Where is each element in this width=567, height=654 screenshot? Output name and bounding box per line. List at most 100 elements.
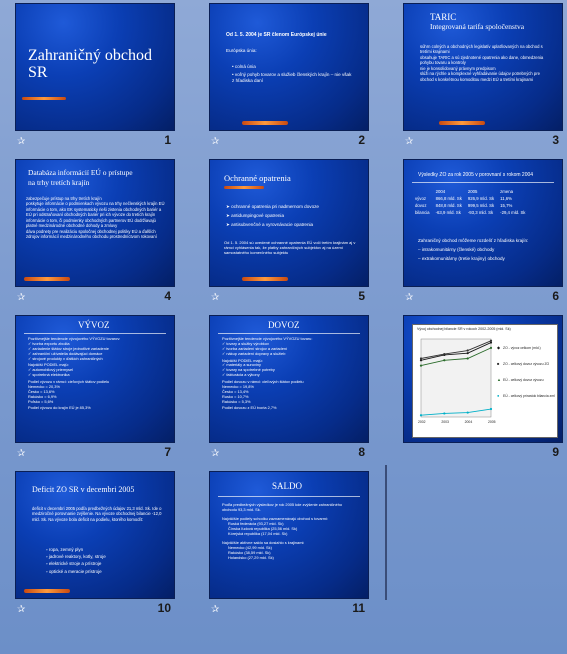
table-row: dovoz 848,8 mld. Sk 999,5 mld. Sk 15,7% (412, 202, 528, 209)
slide-5-paragraph: Od 1. 5. 2004 sú uvedené ochranné opatre… (224, 240, 356, 256)
data-point (466, 357, 469, 360)
slide-5-item: ➤ antidumpingové opatrenia (226, 212, 285, 218)
slide-2-bullet-text: colná únia (234, 64, 256, 69)
slide-5-item-text: antidumpingové opatrenia (231, 212, 285, 218)
slide-thumbnail-1[interactable]: Zahraničný obchod SR ✰ 1 (15, 3, 185, 155)
slide-7-line: ✓ spotrebná elektronika (28, 372, 70, 378)
slide-7-line-text: strojové produkty v ďalších zahraničných (32, 355, 103, 361)
slide-5-item: ➤ ochranné opatrenia pri nadmernom dovoz… (226, 204, 319, 209)
slide-thumbnail-3[interactable]: TARIC Integrovaná tarifa spoločenstva sú… (403, 3, 567, 155)
slide-thumbnail-2[interactable]: Od 1. 5. 2004 je SR členom Európskej úni… (209, 3, 379, 155)
slide-9-preview: Vývoj obchodnej bilancie SR v rokoch 200… (403, 315, 563, 443)
table-header: 2005 (467, 189, 478, 194)
slide-thumbnail-11[interactable]: SALDO Podľa predbežných výsledkov je rok… (209, 471, 379, 623)
legend-marker: ◆ (497, 345, 501, 350)
transition-star-icon[interactable]: ✰ (17, 137, 27, 147)
table-cell: -63,9 mld. Sk (435, 210, 461, 215)
table-cell: 15,7% (500, 203, 513, 208)
slide-5-item: ➤ antisubvenčné a vyrovnávacie opatrenia (226, 221, 314, 227)
slide-6-preview: Výsledky ZO za rok 2005 v porovnaní s ro… (403, 159, 563, 287)
slide-11-body: Podľa predbežných výsledkov je rok 2005 … (222, 502, 358, 561)
table-cell: 926,9 mld. Sk (467, 196, 495, 201)
slide-9-chart-area: Vývoj obchodnej bilancie SR v rokoch 200… (412, 324, 558, 438)
table-cell: -93,3 mld. Sk (467, 210, 494, 215)
transition-star-icon[interactable]: ✰ (211, 137, 221, 147)
x-tick-label: 2003 (441, 420, 449, 424)
slide-9-line-chart: ◆ ZO - vývoz celkom (mld.) ■ ZO - celkový d… (418, 338, 555, 424)
slide-7-body: Pozitívnejšie tendencie vývojového VÝVOZ… (28, 336, 120, 411)
slide-3-line: obsahuje TARIC a sú zjednotené opatrenia… (420, 54, 544, 66)
slide-10-preview: Deficit ZO SR v decembri 2005 deficit v … (15, 471, 175, 599)
table-row: bilancia -63,9 mld. Sk -93,3 mld. Sk -29… (412, 209, 528, 216)
transition-star-icon[interactable]: ✰ (211, 293, 221, 303)
table-cell: 999,5 mld. Sk (467, 203, 495, 208)
slide-number: 8 (358, 445, 365, 459)
slide-thumbnail-9[interactable]: Vývoj obchodnej bilancie SR v rokoch 200… (403, 315, 567, 467)
slide-3-title-2: Integrovaná tarifa spoločenstva (430, 22, 525, 31)
slide-4-accent (24, 277, 70, 281)
legend-marker: ■ (497, 361, 500, 366)
data-point (489, 346, 493, 349)
slide-thumbnail-8[interactable]: DOVOZ Pozitívnejšie tendencie vývojového… (209, 315, 379, 467)
transition-star-icon[interactable]: ✰ (17, 293, 27, 303)
slide-11-title: SALDO (272, 481, 303, 491)
slide-8-preview: DOVOZ Pozitívnejšie tendencie vývojového… (209, 315, 369, 443)
transition-star-icon[interactable]: ✰ (17, 605, 27, 615)
transition-star-icon[interactable]: ✰ (211, 605, 221, 615)
slide-10-item-text: optické a meracie prístroje (48, 568, 102, 574)
slide-8-line: ✓ fakturácia a výkony (222, 372, 260, 378)
slide-7-line-text: spotrebná elektronika (32, 372, 70, 378)
slide-6-note-text: intrakomunitárny (členské) obchody (421, 246, 495, 252)
slide-6-notes: Zahraničný obchod môžeme rozdeliť z hľad… (418, 238, 528, 262)
slide-5-list: ➤ ochranné opatrenia pri nadmernom dovoz… (226, 204, 319, 228)
slide-4-title-1: Databáza informácií EÚ o prístupe (28, 168, 133, 177)
legend-label: ZO - vývoz celkom (mld.) (503, 346, 541, 350)
transition-star-icon[interactable]: ✰ (405, 137, 415, 147)
slide-number: 11 (352, 601, 365, 615)
slide-1-preview: Zahraničný obchod SR (15, 3, 175, 131)
slide-10-paragraph: deficit v decembri 2005 podľa predbežnýc… (32, 506, 162, 522)
slide-6-note: – intrakomunitárny (členské) obchody (418, 246, 495, 252)
slide-5-accent (242, 277, 288, 281)
slide-number: 10 (157, 601, 171, 615)
x-tick-label: 2002 (418, 420, 426, 424)
slide-3-line: súhrn colných a obchodných legislatív up… (420, 44, 543, 55)
slide-10-item-text: jadrové reaktory, kotly, stroje (48, 554, 106, 560)
transition-star-icon[interactable]: ✰ (405, 293, 415, 303)
slide-8-footnote: Podiel dovozu z EÚ tvoria 2,7% (222, 405, 277, 411)
slide-number: 4 (164, 289, 171, 303)
legend-marker: ▲ (497, 377, 501, 382)
slide-5-title: Ochranné opatrenia (224, 173, 291, 183)
slide-sorter: Zahraničný obchod SR ✰ 1 Od 1. 5. 2004 j… (0, 0, 567, 654)
slide-thumbnail-7[interactable]: VÝVOZ Pozitívnejšie tendencie vývojového… (15, 315, 185, 467)
slide-thumbnail-4[interactable]: Databáza informácií EÚ o prístupe na trh… (15, 159, 185, 311)
slide-number: 5 (358, 289, 365, 303)
data-point (419, 357, 423, 360)
slide-2-bullet: • voľný pohyb tovarov a služieb členskýc… (232, 72, 352, 83)
transition-star-icon[interactable]: ✰ (17, 449, 27, 459)
slide-7-title: VÝVOZ (78, 320, 110, 330)
data-point (466, 411, 469, 414)
slide-1-accent (22, 97, 66, 100)
slide-5-item-text: ochranné opatrenia pri nadmernom dovoze (231, 204, 319, 209)
slide-10-accent (24, 589, 70, 593)
slide-thumbnail-5[interactable]: Ochranné opatrenia ➤ ochranné opatrenia … (209, 159, 379, 311)
slide-8-stat: Rakúsko = 5,3% (222, 398, 251, 404)
slide-10-item-text: elektrické stroje a prístroje (48, 561, 102, 567)
table-cell: 866,8 mld. Sk (435, 196, 462, 201)
slide-10-title: Deficit ZO SR v decembri 2005 (32, 485, 135, 494)
slide-3-body: súhrn colných a obchodných legislatív up… (420, 44, 552, 82)
slide-6-table: 2004 2005 zmena vývoz 866,8 mld. Sk 926,… (412, 188, 528, 216)
slide-thumbnail-10[interactable]: Deficit ZO SR v decembri 2005 deficit v … (15, 471, 185, 623)
slide-5-preview: Ochranné opatrenia ➤ ochranné opatrenia … (209, 159, 369, 287)
slide-2-bullet-text: voľný pohyb tovarov a služieb členských … (232, 72, 352, 83)
slide-number: 3 (552, 133, 559, 147)
data-point (419, 414, 423, 417)
transition-star-icon[interactable]: ✰ (211, 449, 221, 459)
slide-8-rule (218, 333, 360, 334)
table-cell: -29,4 mld. Sk (500, 210, 526, 215)
slide-2-bullet: • colná únia (232, 64, 256, 69)
slide-3-preview: TARIC Integrovaná tarifa spoločenstva sú… (403, 3, 563, 131)
slide-thumbnail-6[interactable]: Výsledky ZO za rok 2005 v porovnaní s ro… (403, 159, 567, 311)
slide-7-footnote: Podiel vývozu do krajín EÚ je 85,3% (28, 405, 91, 411)
